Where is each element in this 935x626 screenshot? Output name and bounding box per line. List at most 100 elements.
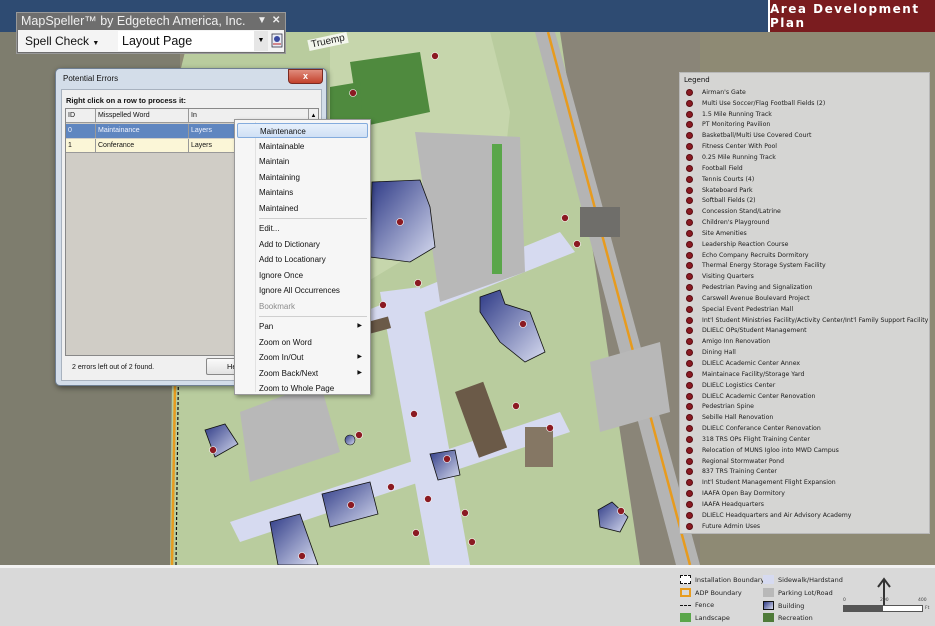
menu-item-zoom-in-out[interactable]: Zoom In/Out ▶ bbox=[237, 350, 368, 365]
legend-marker-icon bbox=[686, 88, 693, 96]
scale-label: 0 bbox=[843, 598, 846, 603]
key-fence: Fence bbox=[680, 601, 714, 609]
marker-17 bbox=[209, 446, 217, 454]
parking-swatch bbox=[763, 588, 774, 597]
menu-item-suggestion[interactable]: Maintain bbox=[237, 154, 368, 169]
legend-label: Thermal Energy Storage System Facility bbox=[702, 262, 826, 270]
marker-9 bbox=[414, 279, 422, 287]
legend-label: Football Field bbox=[702, 164, 743, 172]
legend-label: Special Event Pedestrian Mall bbox=[702, 305, 794, 313]
scale-label: 200 bbox=[880, 598, 889, 603]
menu-item-suggestion[interactable]: Maintainable bbox=[237, 139, 368, 154]
dialog-close-button[interactable]: x bbox=[288, 69, 323, 84]
marker-19 bbox=[573, 240, 581, 248]
menu-item-pan[interactable]: Pan ▶ bbox=[237, 319, 368, 334]
legend-panel: Legend Airman's Gate Multi Use Soccer/Fla… bbox=[679, 72, 930, 534]
legend-item: Amigo Inn Renovation bbox=[686, 336, 928, 347]
legend-item: Tennis Courts (4) bbox=[686, 174, 928, 185]
legend-item: IAAFA Open Bay Dormitory bbox=[686, 488, 928, 499]
legend-marker-icon bbox=[686, 522, 693, 530]
key-installation-boundary: Installation Boundary bbox=[680, 575, 764, 584]
key-parking: Parking Lot/Road bbox=[763, 588, 833, 597]
close-icon[interactable]: ✕ bbox=[272, 15, 280, 26]
legend-label: 318 TRS OPs Flight Training Center bbox=[702, 435, 810, 443]
menu-item-label: Ignore Once bbox=[259, 270, 304, 280]
legend-item: IAAFA Headquarters bbox=[686, 499, 928, 510]
legend-marker-icon bbox=[686, 208, 693, 216]
menu-item-suggestion[interactable]: Maintenance bbox=[237, 123, 368, 138]
legend-label: DLIELC OPs/Student Management bbox=[702, 327, 807, 335]
menu-item-label: Add to Locationary bbox=[259, 255, 326, 264]
menu-item-label: Add to Dictionary bbox=[259, 239, 320, 249]
legend-marker-icon bbox=[686, 294, 693, 302]
menu-item-add-to-locationary[interactable]: Add to Locationary bbox=[237, 252, 368, 267]
legend-item: DLIELC Academic Center Annex bbox=[686, 358, 928, 369]
column-header-id[interactable]: ID bbox=[66, 109, 96, 122]
cell-id: 1 bbox=[66, 139, 96, 152]
marker-1 bbox=[431, 52, 439, 60]
legend-item: Football Field bbox=[686, 163, 928, 174]
menu-item-label: Maintain bbox=[259, 157, 290, 166]
legend-item: Skateboard Park bbox=[686, 185, 928, 196]
key-label: Sidewalk/Hardstand bbox=[778, 575, 843, 584]
layout-dropdown-arrow-icon[interactable]: ▼ bbox=[254, 31, 268, 51]
legend-marker-icon bbox=[686, 511, 693, 519]
status-text: 2 errors left out of 2 found. bbox=[72, 364, 155, 371]
legend-marker-icon bbox=[686, 132, 693, 140]
legend-title: Legend bbox=[684, 76, 710, 84]
menu-item-ignore-all-occurrences[interactable]: Ignore All Occurrences bbox=[237, 283, 368, 298]
legend-item: Dining Hall bbox=[686, 347, 928, 358]
mapspeller-logo-icon[interactable] bbox=[270, 32, 284, 49]
legend-label: Maintainace Facility/Storage Yard bbox=[702, 370, 805, 378]
legend-label: Regional Stormwater Pond bbox=[702, 457, 785, 465]
legend-marker-icon bbox=[686, 403, 693, 411]
menu-item-label: Maintenance bbox=[260, 127, 306, 136]
legend-item: DLIELC OPs/Student Management bbox=[686, 326, 928, 337]
legend-item: Regional Stormwater Pond bbox=[686, 456, 928, 467]
menu-item-label: Maintains bbox=[259, 188, 294, 197]
menu-item-label: Bookmark bbox=[259, 301, 296, 311]
legend-marker-icon bbox=[686, 446, 693, 454]
menu-item-zoom-to-whole-page[interactable]: Zoom to Whole Page bbox=[237, 381, 368, 396]
menu-item-zoom-back-next[interactable]: Zoom Back/Next ▶ bbox=[237, 366, 368, 381]
menu-item-suggestion[interactable]: Maintains bbox=[237, 185, 368, 200]
legend-item: Airman's Gate bbox=[686, 87, 928, 98]
menu-item-suggestion[interactable]: Maintaining bbox=[237, 170, 368, 185]
menu-item-suggestion[interactable]: Maintained bbox=[237, 201, 368, 216]
toolbar-options-icon[interactable]: ▼ bbox=[257, 15, 267, 26]
legend-marker-icon bbox=[686, 186, 693, 194]
key-label: Installation Boundary bbox=[695, 575, 765, 584]
legend-item: 837 TRS Training Center bbox=[686, 467, 928, 478]
legend-item: DLIELC Conferance Center Renovation bbox=[686, 423, 928, 434]
legend-label: Visiting Quarters bbox=[702, 273, 754, 281]
legend-item: Int'l Student Ministries Facility/Activi… bbox=[686, 315, 928, 326]
legend-label: Echo Company Recruits Dormitory bbox=[702, 251, 809, 259]
legend-label: IAAFA Open Bay Dormitory bbox=[702, 490, 785, 498]
legend-marker-icon bbox=[686, 338, 693, 346]
legend-item: Thermal Energy Storage System Facility bbox=[686, 261, 928, 272]
marker-2 bbox=[349, 89, 357, 97]
menu-item-label: Maintaining bbox=[259, 172, 300, 182]
legend-marker-icon bbox=[686, 435, 693, 443]
legend-item: 318 TRS OPs Flight Training Center bbox=[686, 434, 928, 445]
legend-marker-icon bbox=[686, 175, 693, 183]
legend-item: Fitness Center With Pool bbox=[686, 141, 928, 152]
menu-item-add-to-dictionary[interactable]: Add to Dictionary bbox=[237, 237, 368, 252]
marker-32 bbox=[546, 424, 554, 432]
legend-marker-icon bbox=[686, 360, 693, 368]
legend-marker-icon bbox=[686, 370, 693, 378]
legend-item: Carswell Avenue Boulevard Project bbox=[686, 293, 928, 304]
landscape-swatch bbox=[680, 613, 691, 622]
spell-check-button[interactable]: Spell Check ▼ bbox=[22, 32, 102, 50]
column-header-word[interactable]: Misspelled Word bbox=[96, 109, 189, 122]
layout-select[interactable]: Layout Page bbox=[118, 31, 268, 51]
legend-item: Concession Stand/Latrine bbox=[686, 206, 928, 217]
legend-item: Special Event Pedestrian Mall bbox=[686, 304, 928, 315]
menu-item-ignore-once[interactable]: Ignore Once bbox=[237, 268, 368, 283]
key-sidewalk: Sidewalk/Hardstand bbox=[763, 575, 843, 584]
menu-item-edit[interactable]: Edit... bbox=[237, 221, 368, 236]
mapspeller-toolbar[interactable]: MapSpeller™ by Edgetech America, Inc. ▼ … bbox=[16, 12, 286, 54]
menu-item-zoom-on-word[interactable]: Zoom on Word bbox=[237, 335, 368, 350]
scale-label: 400 bbox=[918, 598, 927, 603]
legend-marker-icon bbox=[686, 500, 693, 508]
